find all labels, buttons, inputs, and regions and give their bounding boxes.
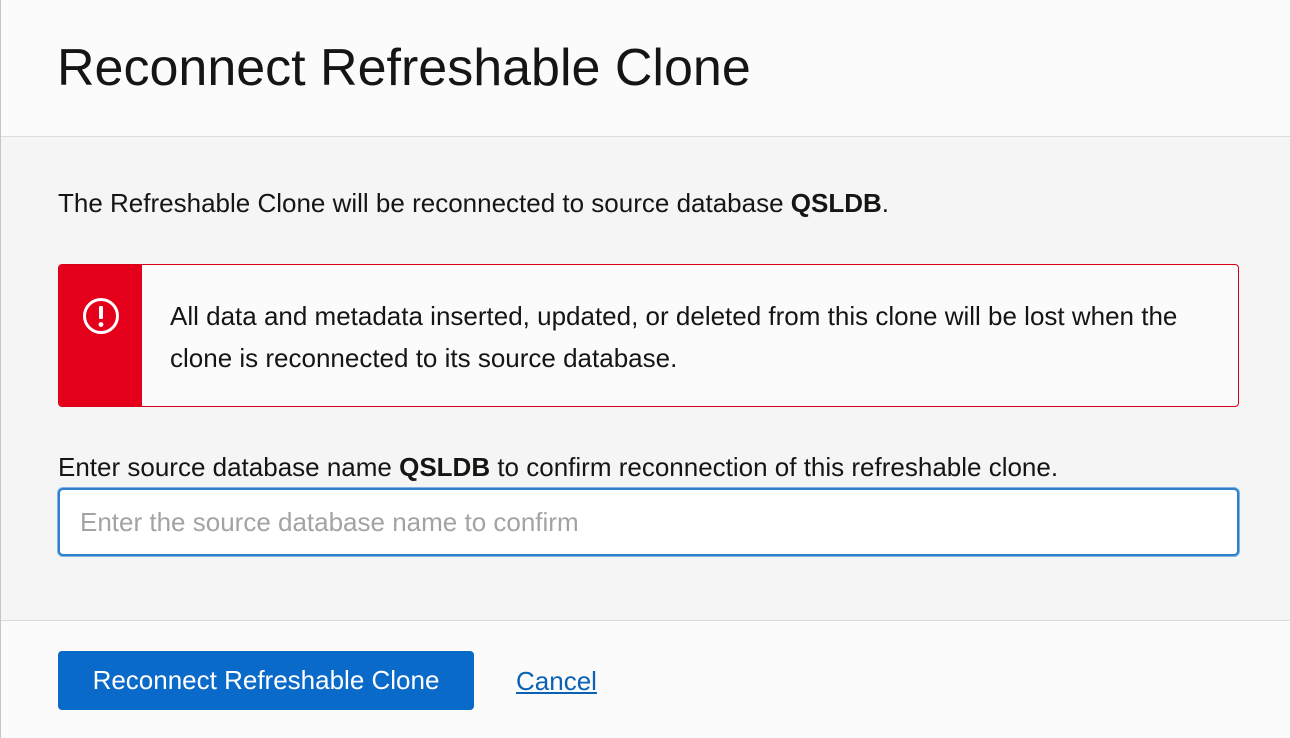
confirm-label: Enter source database name QSLDB to conf… [58,451,1058,483]
dialog-title: Reconnect Refreshable Clone [57,39,751,97]
source-database-name-input[interactable] [58,488,1239,556]
dialog-body: The Refreshable Clone will be reconnecte… [1,137,1290,619]
cancel-link[interactable]: Cancel [516,665,597,697]
reconnect-refreshable-clone-button[interactable]: Reconnect Refreshable Clone [58,651,474,710]
confirm-label-suffix: to confirm reconnection of this refresha… [490,452,1059,482]
confirm-database-name: QSLDB [399,452,491,482]
dialog-footer: Reconnect Refreshable Clone Cancel [1,620,1290,738]
reconnect-clone-dialog: Reconnect Refreshable Clone The Refresha… [0,0,1290,738]
alert-message: All data and metadata inserted, updated,… [170,301,1178,373]
intro-database-name: QSLDB [790,188,882,218]
exclamation-circle-icon [83,298,119,334]
intro-text-suffix: . [881,188,890,218]
alert-severity-bar [59,265,142,406]
confirm-label-prefix: Enter source database name [58,452,400,482]
warning-alert: All data and metadata inserted, updated,… [58,264,1239,407]
intro-text: The Refreshable Clone will be reconnecte… [58,187,889,219]
intro-text-prefix: The Refreshable Clone will be reconnecte… [58,188,791,218]
dialog-header: Reconnect Refreshable Clone [1,0,1290,137]
